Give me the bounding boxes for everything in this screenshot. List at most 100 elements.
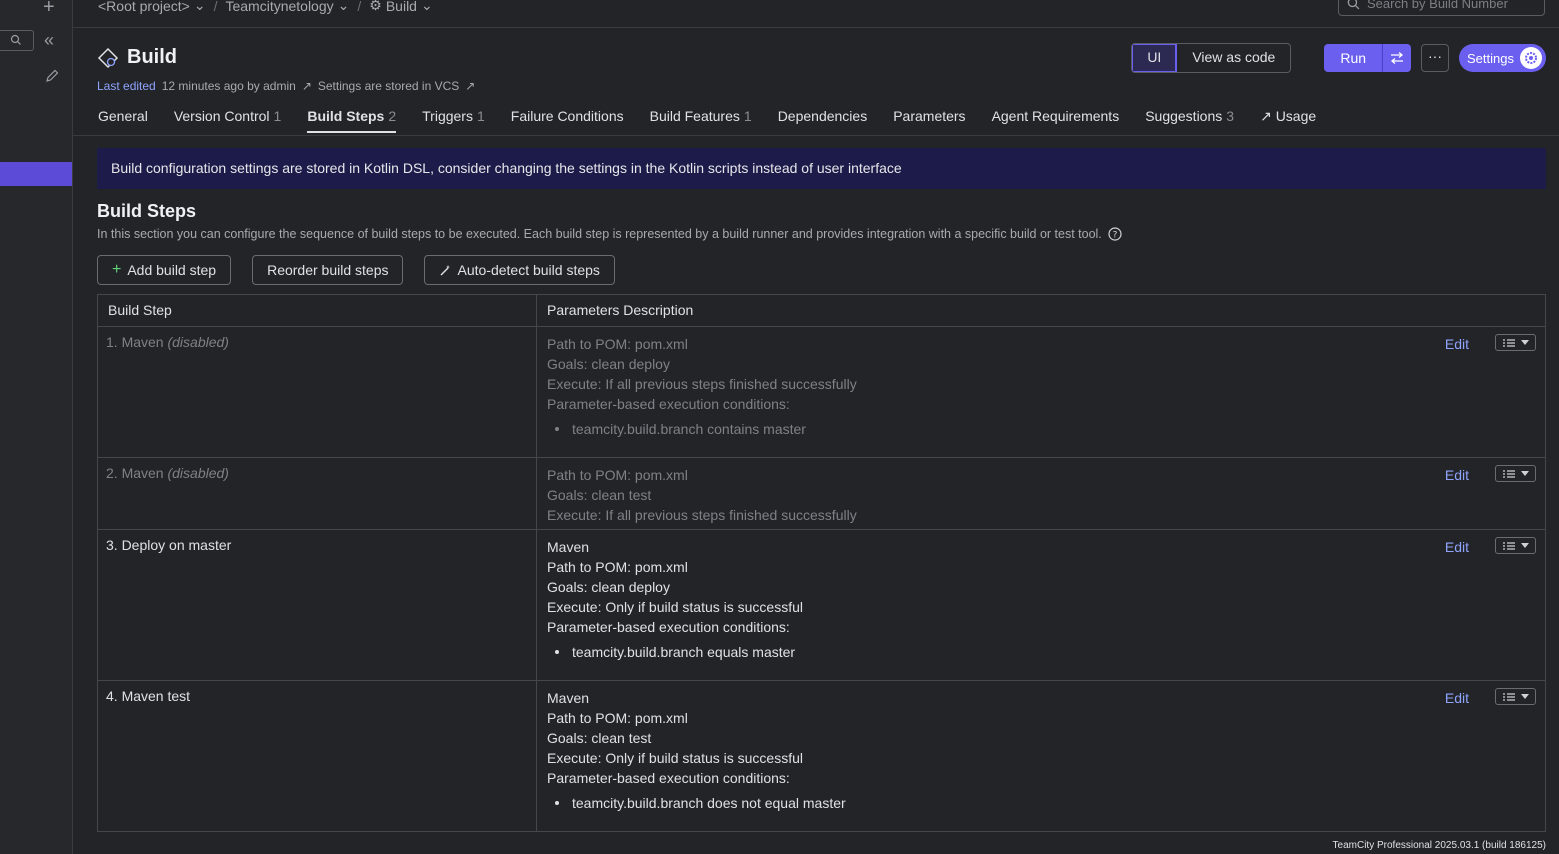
add-build-step-button[interactable]: + Add build step	[97, 255, 232, 285]
settings-stored-text: Settings are stored in VCS	[317, 79, 460, 93]
table-row[interactable]: 4. Maven test Maven Path to POM: pom.xml…	[98, 681, 1545, 831]
last-edited-link[interactable]: Last edited	[97, 79, 156, 93]
view-as-code-button[interactable]: View as code	[1177, 44, 1290, 72]
build-step-actions: + Add build step Reorder build steps Aut…	[97, 255, 615, 285]
caret-down-icon	[1520, 694, 1529, 699]
tab-version-control[interactable]: Version Control 1	[174, 108, 282, 133]
tab-suggestions[interactable]: Suggestions 3	[1145, 108, 1234, 133]
step-menu-button[interactable]	[1495, 537, 1536, 554]
tab-build-steps[interactable]: Build Steps 2	[307, 108, 397, 133]
page-title: Build	[127, 46, 177, 68]
run-options-button[interactable]	[1382, 44, 1412, 72]
config-meta: Last edited 12 minutes ago by admin ↗ Se…	[97, 79, 475, 93]
condition-item: teamcity.build.branch does not equal mas…	[555, 793, 1545, 813]
step-name[interactable]: 4. Maven test	[98, 681, 537, 831]
config-tabs: General Version Control 1 Build Steps 2 Tr…	[98, 108, 1342, 133]
breadcrumb-separator: /	[213, 0, 218, 14]
edit-link[interactable]: Edit	[1445, 465, 1469, 485]
help-icon[interactable]: ?	[1108, 227, 1122, 241]
list-icon	[1502, 469, 1515, 478]
external-link-icon[interactable]: ↗	[302, 79, 312, 93]
condition-item: teamcity.build.branch contains master	[555, 419, 1545, 439]
ui-view-button[interactable]: UI	[1132, 44, 1178, 72]
edit-link[interactable]: Edit	[1445, 688, 1469, 708]
tab-failure-conditions[interactable]: Failure Conditions	[511, 108, 624, 133]
caret-down-icon	[1520, 340, 1529, 345]
table-row[interactable]: 3. Deploy on master Maven Path to POM: p…	[98, 530, 1545, 681]
run-button[interactable]: Run	[1324, 44, 1383, 72]
step-parameters: Path to POM: pom.xml Goals: clean deploy…	[537, 327, 1545, 457]
build-steps-table: Build Step Parameters Description 1. Mav…	[97, 294, 1546, 832]
more-actions-button[interactable]: ···	[1421, 44, 1450, 72]
tab-build-features[interactable]: Build Features 1	[650, 108, 752, 133]
plus-icon: +	[112, 261, 122, 278]
step-menu-button[interactable]	[1495, 688, 1536, 705]
list-icon	[1502, 692, 1515, 701]
tab-general[interactable]: General	[98, 108, 148, 133]
caret-down-icon	[1520, 471, 1529, 476]
breadcrumb-project[interactable]: Teamcitynetology ⌄	[225, 0, 349, 14]
collapse-sidebar-icon[interactable]: «	[44, 30, 54, 51]
column-header-build-step: Build Step	[98, 295, 537, 326]
chevron-down-icon: ⌄	[193, 0, 206, 13]
run-options-icon	[1391, 52, 1404, 64]
last-edited-value: 12 minutes ago by admin	[161, 79, 296, 93]
auto-detect-build-steps-button[interactable]: Auto-detect build steps	[424, 255, 615, 285]
svg-text:?: ?	[1112, 231, 1117, 241]
chevron-down-icon: ⌄	[337, 0, 350, 13]
section-description: In this section you can configure the se…	[97, 227, 1122, 241]
step-parameters: Maven Path to POM: pom.xml Goals: clean …	[537, 530, 1545, 680]
reorder-build-steps-button[interactable]: Reorder build steps	[252, 255, 404, 285]
breadcrumb-separator: /	[357, 0, 362, 14]
magic-wand-icon	[440, 265, 451, 276]
kotlin-dsl-banner: Build configuration settings are stored …	[97, 148, 1546, 189]
view-toggle: UI View as code	[1131, 43, 1292, 73]
settings-button[interactable]: Settings	[1459, 44, 1546, 72]
step-name[interactable]: 1. Maven (disabled)	[98, 327, 537, 457]
header-actions: UI View as code Run ··· Settings	[1131, 43, 1546, 73]
pencil-icon[interactable]	[44, 68, 60, 87]
page-header: Build	[97, 46, 177, 69]
search-icon	[1347, 0, 1360, 10]
sidebar-selected-item[interactable]	[0, 162, 72, 186]
tab-dependencies[interactable]: Dependencies	[778, 108, 868, 133]
external-link-icon[interactable]: ↗	[465, 79, 475, 93]
edit-link[interactable]: Edit	[1445, 334, 1469, 354]
chevron-down-icon: ⌄	[420, 0, 433, 13]
settings-label: Settings	[1467, 50, 1514, 66]
top-bar: <Root project> ⌄ / Teamcitynetology ⌄ / …	[73, 0, 1559, 28]
step-name[interactable]: 2. Maven (disabled)	[98, 458, 537, 529]
tab-parameters[interactable]: Parameters	[893, 108, 965, 133]
build-config-icon	[97, 47, 119, 68]
sidebar-search-button[interactable]	[0, 30, 34, 51]
section-title: Build Steps	[97, 201, 197, 221]
step-menu-button[interactable]	[1495, 334, 1536, 351]
condition-item: teamcity.build.branch equals master	[555, 642, 1545, 662]
search-placeholder: Search by Build Number	[1367, 0, 1508, 11]
caret-down-icon	[1520, 543, 1529, 548]
search-input[interactable]: Search by Build Number	[1338, 0, 1545, 16]
version-footer: TeamCity Professional 2025.03.1 (build 1…	[1332, 840, 1546, 851]
breadcrumb: <Root project> ⌄ / Teamcitynetology ⌄ / …	[98, 0, 433, 14]
table-row[interactable]: 1. Maven (disabled) Path to POM: pom.xml…	[98, 327, 1545, 458]
list-icon	[1502, 541, 1515, 550]
column-header-parameters: Parameters Description	[547, 302, 694, 318]
table-header: Build Step Parameters Description	[98, 295, 1545, 327]
left-sidebar: + «	[0, 0, 73, 854]
gear-icon: ⚙	[369, 0, 382, 13]
table-row[interactable]: 2. Maven (disabled) Path to POM: pom.xml…	[98, 458, 1545, 530]
tabs-divider	[73, 135, 1559, 136]
gear-icon	[1520, 47, 1542, 69]
plus-icon[interactable]: +	[43, 0, 55, 19]
step-name[interactable]: 3. Deploy on master	[98, 530, 537, 680]
tab-triggers[interactable]: Triggers 1	[422, 108, 485, 133]
list-icon	[1502, 338, 1515, 347]
edit-link[interactable]: Edit	[1445, 537, 1469, 557]
step-menu-button[interactable]	[1495, 465, 1536, 482]
breadcrumb-root[interactable]: <Root project> ⌄	[98, 0, 206, 14]
tab-usage[interactable]: ↗ Usage	[1260, 108, 1316, 133]
external-link-icon: ↗	[1260, 108, 1276, 124]
search-icon	[10, 34, 21, 45]
tab-agent-requirements[interactable]: Agent Requirements	[992, 108, 1120, 133]
breadcrumb-build[interactable]: ⚙ Build ⌄	[369, 0, 432, 14]
